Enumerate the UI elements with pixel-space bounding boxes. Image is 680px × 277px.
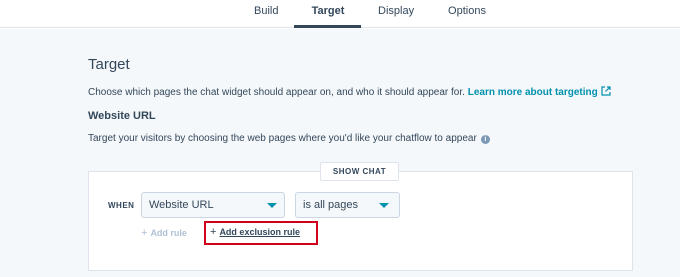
info-icon[interactable]: i bbox=[480, 135, 490, 144]
tab-display[interactable]: Display bbox=[378, 5, 414, 27]
learn-more-link-label[interactable]: Learn more about targeting bbox=[468, 87, 598, 98]
show-chat-label: SHOW CHAT bbox=[320, 162, 399, 181]
plus-icon: + bbox=[210, 226, 217, 238]
condition-select[interactable]: is all pages bbox=[295, 192, 400, 218]
condition-select-value: is all pages bbox=[303, 199, 359, 211]
add-exclusion-rule-button[interactable]: + Add exclusion rule bbox=[210, 226, 300, 238]
learn-more-link[interactable]: Learn more about targeting bbox=[468, 86, 611, 98]
rule-container bbox=[88, 171, 633, 271]
page-title: Target bbox=[88, 56, 130, 73]
add-exclusion-rule-label: Add exclusion rule bbox=[219, 227, 300, 237]
plus-icon: + bbox=[141, 227, 148, 239]
active-tab-indicator bbox=[294, 25, 361, 28]
add-rule-label: Add rule bbox=[150, 228, 187, 238]
website-url-description: Target your visitors by choosing the web… bbox=[88, 133, 490, 144]
tab-target[interactable]: Target bbox=[311, 5, 345, 27]
section-description: Choose which pages the chat widget shoul… bbox=[88, 86, 611, 98]
chevron-down-icon bbox=[267, 203, 277, 208]
add-rule-button[interactable]: + Add rule bbox=[141, 227, 187, 239]
tab-build[interactable]: Build bbox=[254, 5, 278, 27]
website-url-description-text: Target your visitors by choosing the web… bbox=[88, 133, 477, 144]
external-link-icon[interactable] bbox=[601, 86, 611, 96]
section-description-text: Choose which pages the chat widget shoul… bbox=[88, 87, 465, 98]
tab-options[interactable]: Options bbox=[448, 5, 486, 27]
website-url-heading: Website URL bbox=[88, 110, 156, 122]
field-select[interactable]: Website URL bbox=[141, 192, 285, 218]
field-select-value: Website URL bbox=[149, 199, 214, 211]
when-label: WHEN bbox=[108, 201, 135, 210]
tab-bar: Build Target Display Options bbox=[0, 0, 680, 28]
chevron-down-icon bbox=[379, 203, 389, 208]
